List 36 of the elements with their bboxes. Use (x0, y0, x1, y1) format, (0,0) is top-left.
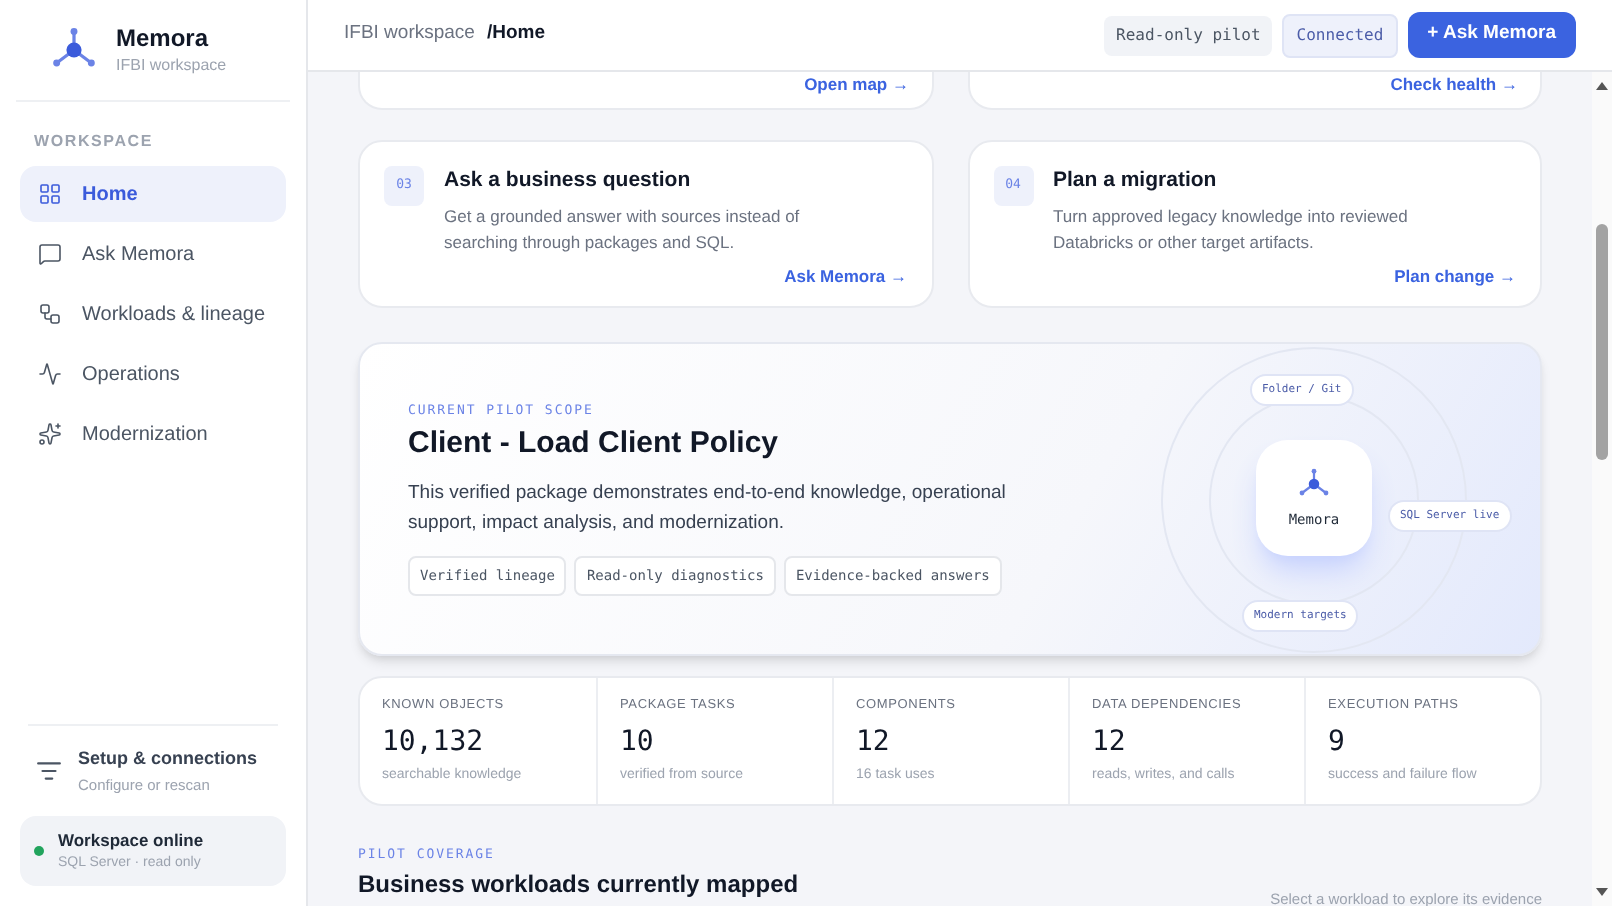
hero-title: Client - Load Client Policy (408, 424, 781, 465)
card-text: Get a grounded answer with sources instead of searching through packages and SQL. (444, 203, 802, 256)
card-title: Ask a business question (444, 166, 693, 196)
breadcrumb-parent[interactable]: IFBI workspace (344, 20, 475, 50)
hero-text: This verified package demonstrates end-to-end knowledge, operational support, impact analysis, and modernization. (408, 479, 1008, 538)
brand-subtitle: IFBI workspace (116, 53, 227, 77)
card-link[interactable]: Ask Memora → (784, 263, 907, 289)
ask-memora-button[interactable]: + Ask Memora (1407, 12, 1576, 58)
status-badge: Connected (1282, 13, 1398, 57)
setup-title: Setup & connections (78, 746, 258, 772)
nodes-icon (38, 302, 62, 326)
stat-value: 12 (1092, 723, 1128, 762)
card-text: Turn approved legacy knowledge into reviewed Databricks or other target artifacts. (1053, 203, 1410, 256)
card-title: Plan a migration (1053, 166, 1219, 196)
stat-value: 10,132 (382, 723, 486, 762)
nav-item[interactable]: Workloads & lineage (20, 286, 286, 342)
brand-name: Memora (116, 23, 211, 53)
card-link[interactable]: Plan change → (1394, 263, 1516, 289)
section-label: WORKSPACE (32, 130, 155, 154)
sparkle-icon (38, 422, 62, 446)
status-title: Workspace online (58, 827, 204, 853)
pulse-icon (38, 362, 62, 386)
grid-icon (38, 182, 62, 206)
breadcrumb-current: /Home (486, 20, 546, 49)
status-badge: Read-only pilot (1104, 15, 1273, 55)
chat-icon (38, 242, 62, 266)
stat-value: 12 (856, 723, 892, 762)
card-link[interactable]: Open map → (804, 72, 909, 98)
nav-item[interactable]: Ask Memora (20, 226, 286, 282)
stat-value: 10 (620, 723, 656, 762)
card-link[interactable]: Check health → (1390, 72, 1518, 98)
section-title: Business workloads currently mapped (358, 867, 799, 902)
stat-value: 9 (1328, 723, 1347, 762)
nav-item[interactable]: Modernization (20, 406, 286, 462)
nav-item[interactable]: Operations (20, 346, 286, 402)
nav-item[interactable]: Home (20, 166, 286, 222)
